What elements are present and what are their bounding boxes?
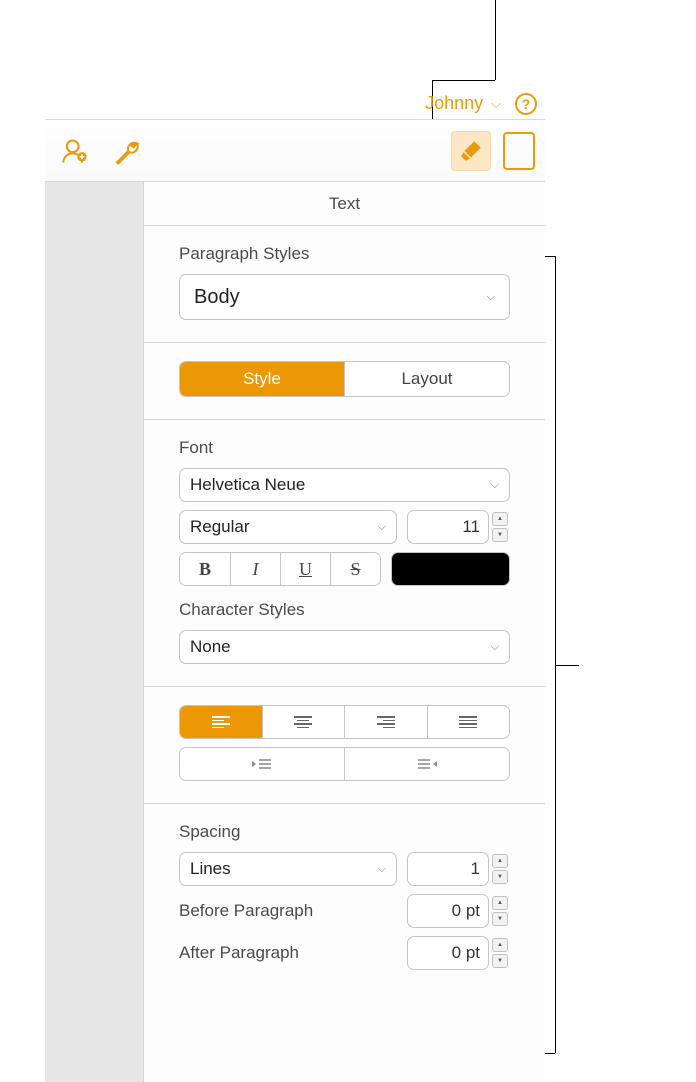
outdent-icon: [251, 757, 273, 771]
after-step-up[interactable]: ▲: [492, 938, 508, 952]
indent-button[interactable]: [344, 748, 509, 780]
character-style-dropdown[interactable]: None ⌵: [179, 630, 510, 664]
wrench-icon: [112, 136, 142, 166]
tab-layout[interactable]: Layout: [344, 362, 509, 396]
paragraph-style-dropdown[interactable]: Body ⌵: [179, 274, 510, 320]
help-icon[interactable]: ?: [515, 93, 537, 115]
document-background: [45, 182, 143, 1082]
before-paragraph-label: Before Paragraph: [179, 901, 313, 921]
spacing-mode-value: Lines: [190, 859, 231, 879]
spacing-section: Spacing Lines ⌵ 1 ▲ ▼ Before Paragraph 0…: [144, 804, 545, 992]
collaborate-button[interactable]: [55, 131, 95, 171]
format-inspector-button[interactable]: [451, 131, 491, 171]
align-right-button[interactable]: [344, 706, 427, 738]
chevron-down-icon: ⌵: [487, 291, 495, 304]
paragraph-style-value: Body: [194, 286, 240, 309]
paintbrush-icon: [458, 138, 484, 164]
before-paragraph-input[interactable]: 0 pt: [407, 894, 489, 928]
font-label: Font: [179, 438, 510, 458]
after-paragraph-input[interactable]: 0 pt: [407, 936, 489, 970]
inspector-title: Text: [144, 182, 545, 226]
user-name[interactable]: Johnny: [425, 93, 483, 114]
align-center-icon: [294, 716, 312, 728]
text-tabs-section: Style Layout: [144, 343, 545, 420]
after-step-down[interactable]: ▼: [492, 954, 508, 968]
align-justify-icon: [459, 716, 477, 728]
align-right-icon: [377, 716, 395, 728]
before-step-up[interactable]: ▲: [492, 896, 508, 910]
spacing-label: Spacing: [179, 822, 510, 842]
chevron-down-icon: ⌵: [378, 863, 386, 876]
font-size-step-down[interactable]: ▼: [492, 528, 508, 542]
font-size-step-up[interactable]: ▲: [492, 512, 508, 526]
spacing-step-up[interactable]: ▲: [492, 854, 508, 868]
document-inspector-button[interactable]: [503, 132, 535, 170]
font-section: Font Helvetica Neue ⌵ Regular ⌵ 11 ▲ ▼ B…: [144, 420, 545, 687]
italic-button[interactable]: I: [230, 553, 280, 585]
font-weight-dropdown[interactable]: Regular ⌵: [179, 510, 397, 544]
font-size-stepper: ▲ ▼: [492, 510, 510, 544]
menubar: Johnny ⌵ ?: [45, 88, 545, 120]
after-paragraph-stepper: ▲ ▼: [492, 936, 510, 970]
toolbar: [45, 120, 545, 182]
alignment-control: [179, 705, 510, 739]
align-center-button[interactable]: [262, 706, 345, 738]
bold-button[interactable]: B: [180, 553, 230, 585]
spacing-step-down[interactable]: ▼: [492, 870, 508, 884]
spacing-mode-dropdown[interactable]: Lines ⌵: [179, 852, 397, 886]
after-paragraph-label: After Paragraph: [179, 943, 299, 963]
font-family-value: Helvetica Neue: [190, 475, 305, 495]
text-tabs: Style Layout: [179, 361, 510, 397]
character-styles-label: Character Styles: [179, 600, 510, 620]
strikethrough-button[interactable]: S: [330, 553, 380, 585]
chevron-down-icon: ⌵: [491, 479, 499, 492]
indent-icon: [416, 757, 438, 771]
chevron-down-icon[interactable]: ⌵: [491, 96, 501, 112]
indent-control: [179, 747, 510, 781]
font-weight-value: Regular: [190, 517, 250, 537]
outdent-button[interactable]: [180, 748, 344, 780]
alignment-section: [144, 687, 545, 804]
text-color-well[interactable]: [391, 552, 510, 586]
tools-button[interactable]: [107, 131, 147, 171]
underline-button[interactable]: U: [280, 553, 330, 585]
character-style-value: None: [190, 637, 231, 657]
font-style-buttons: B I U S: [179, 552, 381, 586]
before-paragraph-stepper: ▲ ▼: [492, 894, 510, 928]
paragraph-styles-section: Paragraph Styles Body ⌵: [144, 226, 545, 343]
format-inspector: Text Paragraph Styles Body ⌵ Style Layou…: [143, 182, 545, 1082]
person-add-icon: [61, 137, 89, 165]
chevron-down-icon: ⌵: [378, 521, 386, 534]
align-justify-button[interactable]: [427, 706, 510, 738]
font-family-dropdown[interactable]: Helvetica Neue ⌵: [179, 468, 510, 502]
before-step-down[interactable]: ▼: [492, 912, 508, 926]
chevron-down-icon: ⌵: [491, 641, 499, 654]
align-left-icon: [212, 716, 230, 728]
spacing-stepper: ▲ ▼: [492, 852, 510, 886]
spacing-value-input[interactable]: 1: [407, 852, 489, 886]
tab-style[interactable]: Style: [180, 362, 344, 396]
paragraph-styles-label: Paragraph Styles: [179, 244, 510, 264]
font-size-input[interactable]: 11: [407, 510, 489, 544]
align-left-button[interactable]: [180, 706, 262, 738]
